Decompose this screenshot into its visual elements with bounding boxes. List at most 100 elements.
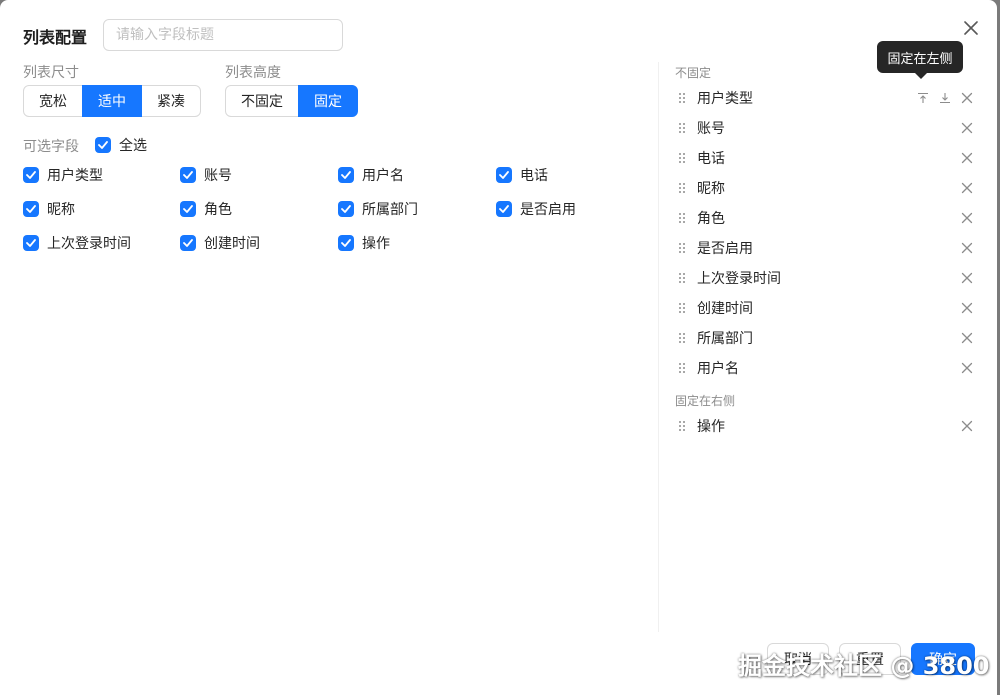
height-option-fixed[interactable]: 固定 (298, 85, 358, 117)
column-row-department[interactable]: 所属部门 (672, 323, 978, 353)
remove-column-button[interactable] (956, 237, 978, 259)
vertical-align-top-icon (918, 92, 928, 103)
column-row-label: 上次登录时间 (697, 271, 781, 287)
column-row-label: 是否启用 (697, 241, 753, 257)
size-option-loose[interactable]: 宽松 (23, 85, 83, 117)
vertical-align-bottom-icon (940, 93, 950, 104)
field-checkbox-label: 账号 (204, 168, 232, 184)
close-icon (961, 152, 973, 164)
drag-handle-icon[interactable] (672, 212, 692, 224)
close-icon (964, 21, 978, 35)
drag-handle-icon[interactable] (672, 152, 692, 164)
size-segmented: 宽松 适中 紧凑 (23, 85, 201, 117)
field-search-input[interactable] (103, 19, 343, 51)
unfixed-group-title: 不固定 (675, 66, 712, 80)
column-row-label: 所属部门 (697, 331, 753, 347)
column-row-created-time[interactable]: 创建时间 (672, 293, 978, 323)
close-icon (961, 272, 973, 284)
column-row-user-type[interactable]: 用户类型 (672, 83, 978, 113)
height-segmented: 不固定 固定 (225, 85, 358, 117)
field-checkbox-department[interactable]: 所属部门 (338, 199, 418, 219)
column-row-username[interactable]: 用户名 (672, 353, 978, 383)
field-checkbox-actions[interactable]: 操作 (338, 233, 390, 253)
column-row-role[interactable]: 角色 (672, 203, 978, 233)
checkbox-checked-icon (23, 167, 39, 183)
height-option-unfixed[interactable]: 不固定 (225, 85, 299, 117)
remove-column-button[interactable] (956, 207, 978, 229)
checkbox-checked-icon (180, 201, 196, 217)
close-icon (961, 420, 973, 432)
checkbox-checked-icon (180, 235, 196, 251)
drag-handle-icon[interactable] (672, 122, 692, 134)
checkbox-checked-icon (496, 201, 512, 217)
remove-column-button[interactable] (956, 357, 978, 379)
size-label: 列表尺寸 (23, 65, 79, 81)
field-checkbox-label: 操作 (362, 236, 390, 252)
field-checkbox-account[interactable]: 账号 (180, 165, 232, 185)
checkbox-checked-icon (338, 201, 354, 217)
drag-handle-icon[interactable] (672, 92, 692, 104)
field-checkbox-nickname[interactable]: 昵称 (23, 199, 75, 219)
field-checkbox-label: 用户类型 (47, 168, 103, 184)
drag-handle-icon[interactable] (672, 332, 692, 344)
column-row-enabled[interactable]: 是否启用 (672, 233, 978, 263)
close-icon (961, 122, 973, 134)
drag-handle-icon[interactable] (672, 362, 692, 374)
pin-left-tooltip: 固定在左侧 (877, 41, 963, 79)
column-row-nickname[interactable]: 昵称 (672, 173, 978, 203)
checkbox-checked-icon (338, 235, 354, 251)
field-checkbox-enabled[interactable]: 是否启用 (496, 199, 576, 219)
column-row-label: 操作 (697, 419, 725, 435)
field-checkbox-username[interactable]: 用户名 (338, 165, 404, 185)
remove-column-button[interactable] (956, 147, 978, 169)
close-icon (961, 92, 973, 104)
drag-handle-icon[interactable] (672, 272, 692, 284)
drag-handle-icon[interactable] (672, 242, 692, 254)
select-all-checkbox[interactable]: 全选 (95, 135, 147, 155)
close-icon (961, 332, 973, 344)
field-checkbox-last-login[interactable]: 上次登录时间 (23, 233, 131, 253)
column-row-actions[interactable]: 操作 (672, 411, 978, 441)
checkbox-checked-icon (338, 167, 354, 183)
field-checkbox-role[interactable]: 角色 (180, 199, 232, 219)
column-row-label: 昵称 (697, 181, 725, 197)
pin-right-button[interactable] (934, 87, 956, 109)
close-button[interactable] (960, 17, 982, 39)
column-row-account[interactable]: 账号 (672, 113, 978, 143)
remove-column-button[interactable] (956, 87, 978, 109)
field-checkbox-label: 用户名 (362, 168, 404, 184)
remove-column-button[interactable] (956, 297, 978, 319)
column-row-phone[interactable]: 电话 (672, 143, 978, 173)
size-option-compact[interactable]: 紧凑 (141, 85, 201, 117)
fields-label: 可选字段 (23, 139, 79, 155)
remove-column-button[interactable] (956, 267, 978, 289)
field-checkbox-user-type[interactable]: 用户类型 (23, 165, 103, 185)
field-checkbox-created-time[interactable]: 创建时间 (180, 233, 260, 253)
watermark: 掘金技术社区 @ 3800 (738, 652, 990, 680)
close-icon (961, 302, 973, 314)
field-checkbox-label: 电话 (520, 168, 548, 184)
field-checkbox-label: 昵称 (47, 202, 75, 218)
column-row-last-login[interactable]: 上次登录时间 (672, 263, 978, 293)
field-checkbox-label: 创建时间 (204, 236, 260, 252)
drag-handle-icon[interactable] (672, 420, 692, 432)
checkbox-checked-icon (23, 201, 39, 217)
close-icon (961, 182, 973, 194)
column-row-label: 角色 (697, 211, 725, 227)
drag-handle-icon[interactable] (672, 182, 692, 194)
remove-column-button[interactable] (956, 177, 978, 199)
field-checkbox-label: 角色 (204, 202, 232, 218)
panel-divider (658, 62, 659, 632)
remove-column-button[interactable] (956, 117, 978, 139)
height-label: 列表高度 (225, 65, 281, 81)
column-row-label: 账号 (697, 121, 725, 137)
remove-column-button[interactable] (956, 415, 978, 437)
column-row-label: 用户名 (697, 361, 739, 377)
field-checkbox-phone[interactable]: 电话 (496, 165, 548, 185)
pin-left-button[interactable] (912, 87, 934, 109)
drag-handle-icon[interactable] (672, 302, 692, 314)
close-icon (961, 362, 973, 374)
field-checkbox-label: 所属部门 (362, 202, 418, 218)
size-option-medium[interactable]: 适中 (82, 85, 142, 117)
remove-column-button[interactable] (956, 327, 978, 349)
